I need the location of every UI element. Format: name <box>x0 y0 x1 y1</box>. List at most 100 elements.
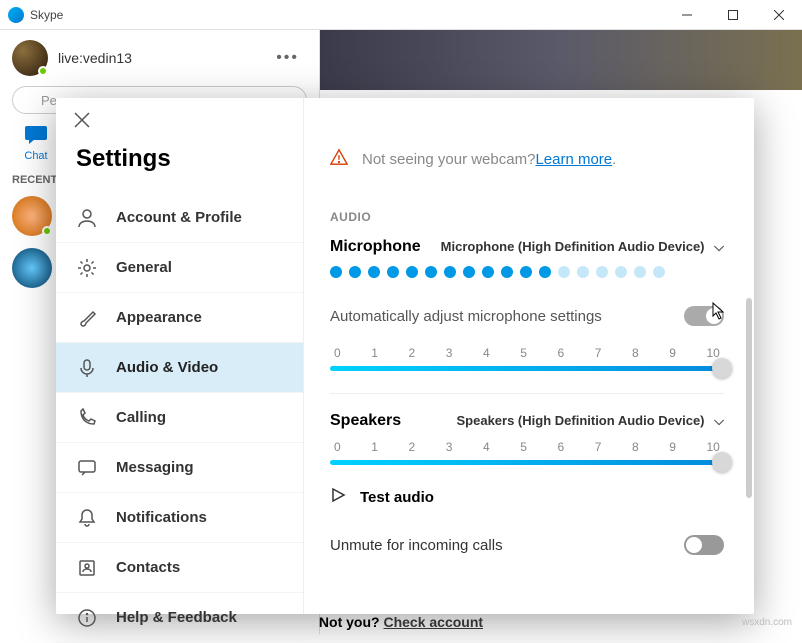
tab-chats[interactable]: Chat <box>12 126 60 162</box>
footer-text: Not you? Check account <box>0 614 802 630</box>
avatar <box>12 40 48 76</box>
nav-label: Messaging <box>116 459 194 476</box>
test-audio-button[interactable]: Test audio <box>330 487 724 507</box>
gear-icon <box>76 257 98 279</box>
microphone-device-label: Microphone (High Definition Audio Device… <box>441 239 705 254</box>
microphone-row: Microphone Microphone (High Definition A… <box>330 238 724 256</box>
warning-icon <box>330 148 348 170</box>
nav-account-profile[interactable]: Account & Profile <box>56 193 303 243</box>
auto-adjust-toggle[interactable] <box>684 306 724 326</box>
settings-content: Not seeing your webcam? Learn more . AUD… <box>304 98 754 614</box>
unmute-label: Unmute for incoming calls <box>330 537 684 554</box>
slider-mark: 6 <box>558 346 565 360</box>
nav-audio-video[interactable]: Audio & Video <box>56 343 303 393</box>
speakers-volume-slider-block: 012345678910 <box>330 440 724 465</box>
slider-mark: 9 <box>669 440 676 454</box>
watermark: wsxdn.com <box>742 617 792 628</box>
level-dot <box>615 266 627 278</box>
level-dot <box>406 266 418 278</box>
microphone-volume-slider[interactable] <box>330 366 724 371</box>
nav-label: Notifications <box>116 509 207 526</box>
more-menu-button[interactable]: ••• <box>268 49 307 67</box>
level-dot <box>501 266 513 278</box>
phone-icon <box>76 407 98 429</box>
level-dot <box>425 266 437 278</box>
toggle-knob <box>686 537 702 553</box>
slider-mark: 3 <box>446 440 453 454</box>
level-dot <box>577 266 589 278</box>
cursor-icon <box>712 302 726 324</box>
check-account-link[interactable]: Check account <box>383 614 483 630</box>
webcam-warning-text: Not seeing your webcam? <box>362 151 535 168</box>
slider-mark: 4 <box>483 346 490 360</box>
slider-mark: 6 <box>558 440 565 454</box>
slider-mark: 7 <box>595 346 602 360</box>
settings-close-button[interactable] <box>56 98 303 139</box>
slider-mark: 5 <box>520 440 527 454</box>
slider-mark: 1 <box>371 440 378 454</box>
webcam-warning-period: . <box>612 151 616 168</box>
level-dot <box>634 266 646 278</box>
presence-indicator <box>42 226 52 236</box>
level-dot <box>653 266 665 278</box>
microphone-level-meter <box>330 266 724 278</box>
window-close-button[interactable] <box>756 0 802 30</box>
slider-mark: 1 <box>371 346 378 360</box>
nav-general[interactable]: General <box>56 243 303 293</box>
slider-mark: 7 <box>595 440 602 454</box>
chat-icon <box>12 126 60 150</box>
audio-section-label: AUDIO <box>330 210 724 224</box>
chevron-down-icon: ⌵ <box>714 413 724 428</box>
level-dot <box>444 266 456 278</box>
window-minimize-button[interactable] <box>664 0 710 30</box>
webcam-warning: Not seeing your webcam? Learn more . <box>330 148 724 170</box>
window-title: Skype <box>30 8 664 22</box>
speakers-volume-slider[interactable] <box>330 460 724 465</box>
slider-mark: 8 <box>632 346 639 360</box>
slider-scale: 012345678910 <box>330 346 724 360</box>
level-dot <box>558 266 570 278</box>
current-user-row[interactable]: live:vedin13 ••• <box>0 30 319 86</box>
slider-mark: 3 <box>446 346 453 360</box>
nav-contacts[interactable]: Contacts <box>56 543 303 593</box>
brush-icon <box>76 307 98 329</box>
level-dot <box>387 266 399 278</box>
test-audio-label: Test audio <box>360 489 434 506</box>
slider-mark: 2 <box>409 440 416 454</box>
contacts-icon <box>76 557 98 579</box>
slider-mark: 0 <box>334 440 341 454</box>
username-label: live:vedin13 <box>58 50 268 66</box>
scrollbar[interactable] <box>746 298 752 498</box>
slider-mark: 4 <box>483 440 490 454</box>
window-titlebar: Skype <box>0 0 802 30</box>
speakers-device-selector[interactable]: Speakers (High Definition Audio Device) … <box>457 413 725 429</box>
microphone-title: Microphone <box>330 238 441 256</box>
video-preview <box>320 30 802 90</box>
bell-icon <box>76 507 98 529</box>
microphone-icon <box>76 357 98 379</box>
auto-adjust-label: Automatically adjust microphone settings <box>330 308 684 325</box>
skype-app-icon <box>8 7 24 23</box>
learn-more-link[interactable]: Learn more <box>535 151 612 168</box>
unmute-toggle[interactable] <box>684 535 724 555</box>
level-dot <box>463 266 475 278</box>
play-icon <box>330 487 346 507</box>
speakers-device-label: Speakers (High Definition Audio Device) <box>457 413 705 428</box>
slider-mark: 9 <box>669 346 676 360</box>
slider-mark: 8 <box>632 440 639 454</box>
avatar <box>12 248 52 288</box>
nav-calling[interactable]: Calling <box>56 393 303 443</box>
level-dot <box>596 266 608 278</box>
microphone-device-selector[interactable]: Microphone (High Definition Audio Device… <box>441 239 724 255</box>
nav-appearance[interactable]: Appearance <box>56 293 303 343</box>
level-dot <box>330 266 342 278</box>
nav-label: Calling <box>116 409 166 426</box>
nav-notifications[interactable]: Notifications <box>56 493 303 543</box>
nav-messaging[interactable]: Messaging <box>56 443 303 493</box>
person-icon <box>76 207 98 229</box>
slider-scale: 012345678910 <box>330 440 724 454</box>
not-you-label: Not you? <box>319 614 384 630</box>
slider-thumb[interactable] <box>712 452 732 472</box>
window-maximize-button[interactable] <box>710 0 756 30</box>
slider-thumb[interactable] <box>712 358 732 378</box>
